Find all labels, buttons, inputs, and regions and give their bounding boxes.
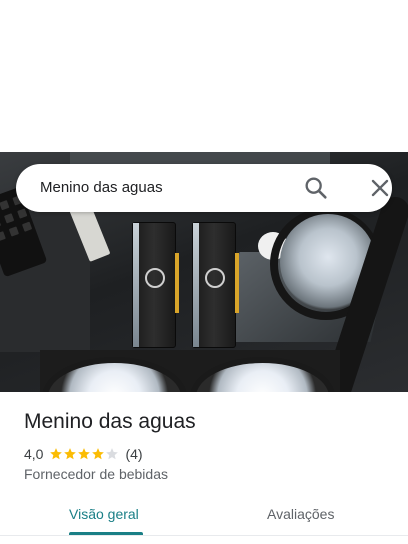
star-empty-icon [106,448,119,460]
photo-ram-stick [132,222,179,348]
place-title: Menino das aguas [24,410,196,433]
place-page: Menino das aguas Menino das aguas 4,0 (4… [0,0,408,544]
rating-row[interactable]: 4,0 (4) [24,445,143,463]
star-filled-icon [78,448,91,460]
search-icon[interactable] [302,174,330,202]
search-query[interactable]: Menino das aguas [40,179,163,196]
top-blank-area [0,0,408,152]
star-filled-icon [50,448,63,460]
star-filled-icon [64,448,77,460]
tab-bar: Visão geral Avaliações [0,494,408,544]
tab-reviews[interactable]: Avaliações [267,506,334,522]
review-count[interactable]: (4) [125,446,142,462]
tab-overview[interactable]: Visão geral [69,506,139,522]
rating-value: 4,0 [24,446,44,462]
tabs-divider [0,535,408,536]
photo-ram-stick [192,222,239,348]
rating-stars [49,447,119,461]
star-filled-icon [92,448,105,460]
search-bar[interactable]: Menino das aguas [16,164,392,212]
place-category[interactable]: Fornecedor de bebidas [24,466,168,482]
close-icon[interactable] [366,174,394,202]
